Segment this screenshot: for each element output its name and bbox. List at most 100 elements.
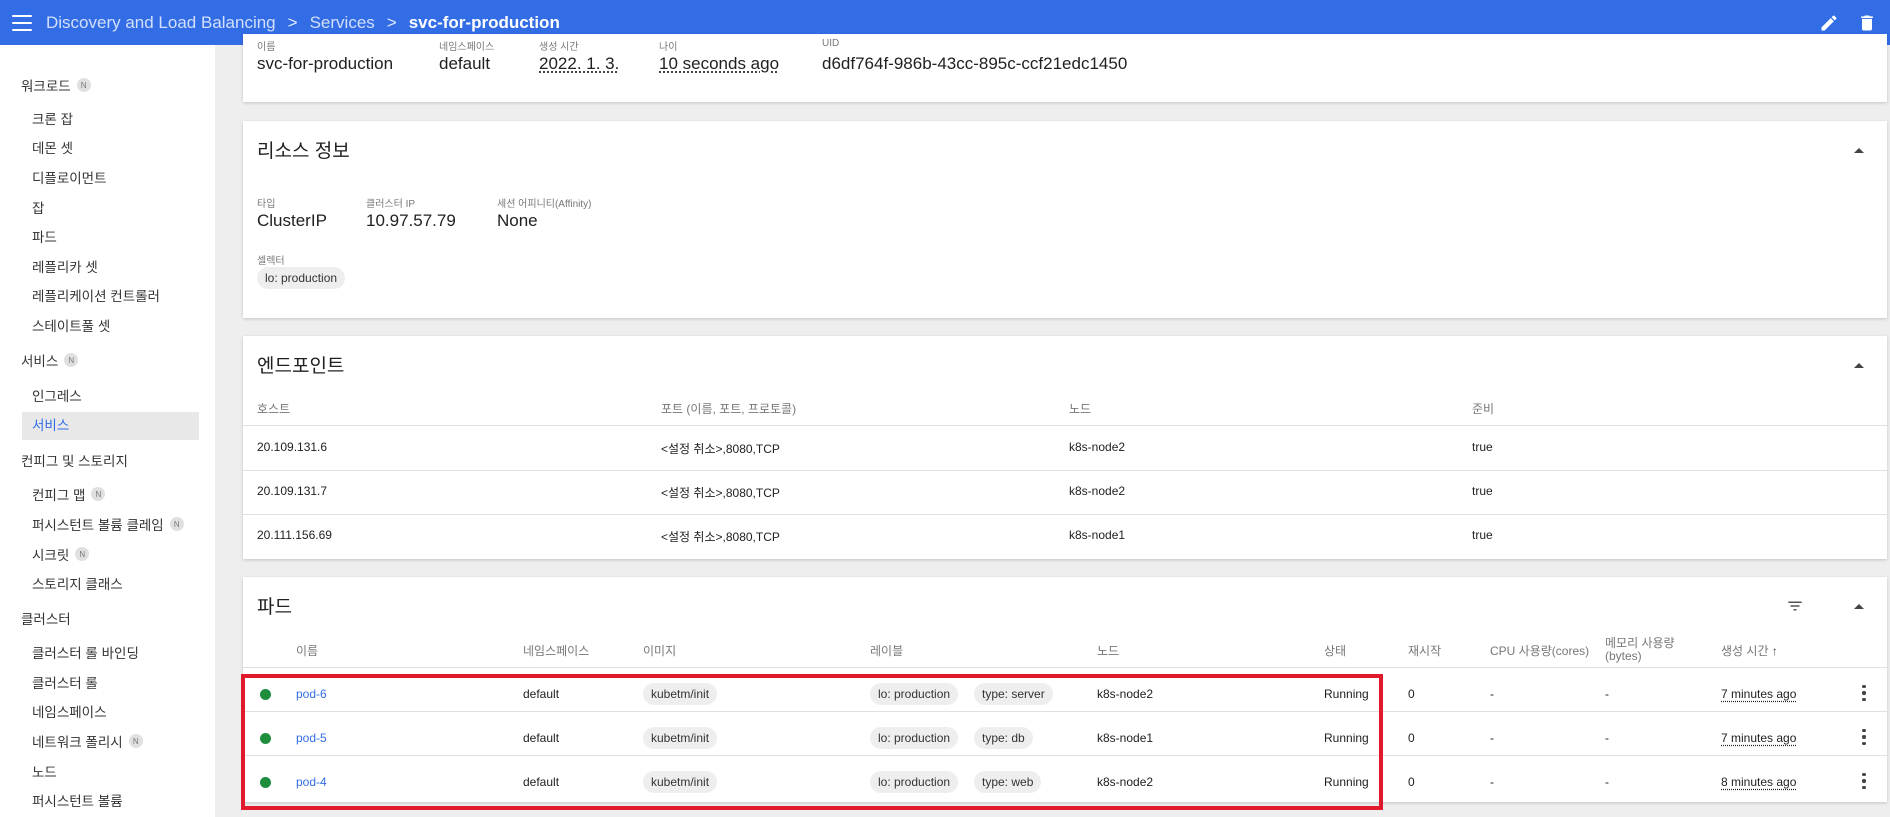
endpoints-title: 엔드포인트 <box>257 356 345 377</box>
breadcrumb-services[interactable]: Services <box>310 13 375 33</box>
service-name-value: svc-for-production <box>257 54 394 73</box>
pod-restarts: 0 <box>1408 687 1415 701</box>
pod-memory: - <box>1605 731 1609 745</box>
pod-name-link[interactable]: pod-4 <box>296 775 327 789</box>
pod-image-chip: kubetm/init <box>643 771 718 793</box>
sidebar-item-label: 컨피그 맵 <box>32 488 86 503</box>
sidebar-item-jobs[interactable]: 잡 <box>32 197 44 217</box>
selector-chip: lo: production <box>257 267 346 289</box>
status-running-icon <box>260 777 271 788</box>
pod-name-link[interactable]: pod-6 <box>296 687 327 701</box>
sidebar-item-label: 파드 <box>32 230 57 245</box>
pod-status: Running <box>1324 687 1369 701</box>
endpoints-header-node: 노드 <box>1069 402 1092 416</box>
affinity-value: None <box>497 211 538 230</box>
pods-header-created[interactable]: 생성 시간 ↑ <box>1721 642 1778 659</box>
endpoint-ready: true <box>1472 528 1493 542</box>
pod-status: Running <box>1324 731 1369 745</box>
pod-memory: - <box>1605 775 1609 789</box>
sidebar-section-workloads[interactable]: 워크로드 N <box>21 75 91 95</box>
new-badge: N <box>76 78 91 92</box>
sidebar-item-storage-classes[interactable]: 스토리지 클래스 <box>32 573 123 593</box>
filter-icon[interactable] <box>1783 594 1807 618</box>
sidebar-item-replication-controllers[interactable]: 레플리케이션 컨트롤러 <box>32 285 160 305</box>
sidebar-item-namespaces[interactable]: 네임스페이스 <box>32 701 107 721</box>
cluster-ip-value: 10.97.57.79 <box>366 211 456 230</box>
more-vert-icon[interactable] <box>1854 725 1874 749</box>
sidebar-item-label: 시크릿 <box>32 548 70 563</box>
row-divider <box>243 425 1887 426</box>
endpoints-header-ready: 준비 <box>1472 402 1495 416</box>
sidebar-item-label: 노드 <box>32 765 57 780</box>
sidebar-item-label: 레플리카 셋 <box>32 260 98 275</box>
collapse-icon[interactable] <box>1847 138 1871 162</box>
cluster-ip-label: 클러스터 IP <box>366 199 416 210</box>
sidebar-item-label: 서비스 <box>32 418 70 433</box>
sidebar-item-persistent-volumes[interactable]: 퍼시스턴트 볼륨 <box>32 790 123 810</box>
edit-icon[interactable] <box>1814 8 1844 38</box>
delete-icon[interactable] <box>1852 8 1882 38</box>
more-vert-icon[interactable] <box>1854 769 1874 793</box>
pod-status: Running <box>1324 775 1369 789</box>
pods-header-labels: 레이블 <box>870 644 904 658</box>
created-label: 생성 시간 <box>539 42 579 53</box>
endpoints-card: 엔드포인트 호스트 포트 (이름, 포트, 프로토콜) 노드 준비 20.109… <box>243 336 1887 559</box>
sidebar-item-secrets[interactable]: 시크릿 N <box>32 544 90 564</box>
sidebar-item-statefulsets[interactable]: 스테이트풀 셋 <box>32 315 110 335</box>
endpoint-host: 20.109.131.6 <box>257 440 328 454</box>
sidebar-section-label: 워크로드 <box>21 79 71 94</box>
sidebar-item-networkpolicies[interactable]: 네트워크 폴리시 N <box>32 731 143 751</box>
endpoint-node: k8s-node2 <box>1069 440 1126 454</box>
row-divider <box>243 711 1887 712</box>
pods-card: 파드 이름 네임스페이스 이미지 레이블 노드 상태 재시작 CPU 사용량(c… <box>243 577 1887 802</box>
row-divider <box>243 755 1887 756</box>
collapse-icon[interactable] <box>1847 594 1871 618</box>
menu-icon[interactable] <box>12 14 32 31</box>
pod-created: 7 minutes ago <box>1721 687 1797 701</box>
sidebar-item-label: 데몬 셋 <box>32 141 74 156</box>
pods-header-namespace[interactable]: 네임스페이스 <box>523 642 589 659</box>
sidebar-section-cluster[interactable]: 클러스터 <box>21 608 71 628</box>
sidebar-item-deployments[interactable]: 디플로이먼트 <box>32 167 107 187</box>
namespace-value: default <box>439 54 491 73</box>
sidebar-item-label: 스테이트풀 셋 <box>32 319 111 334</box>
sidebar-item-pvcs[interactable]: 퍼시스턴트 볼륨 클레임 N <box>32 514 184 534</box>
sidebar-section-label: 컨피그 및 스토리지 <box>21 454 128 469</box>
pods-header-cpu: CPU 사용량(cores) <box>1490 644 1590 658</box>
pod-cpu: - <box>1490 687 1494 701</box>
sidebar-item-cronjobs[interactable]: 크론 잡 <box>32 108 73 128</box>
pod-namespace: default <box>523 687 560 701</box>
breadcrumb-discovery[interactable]: Discovery and Load Balancing <box>46 13 276 33</box>
sort-arrow-icon: ↑ <box>1771 644 1778 658</box>
sidebar-item-replicasets[interactable]: 레플리카 셋 <box>32 256 98 276</box>
sidebar-item-clusterrolebindings[interactable]: 클러스터 롤 바인딩 <box>32 642 139 662</box>
pod-label-chip: lo: production <box>870 771 959 793</box>
pod-name-link[interactable]: pod-5 <box>296 731 327 745</box>
pods-header-node: 노드 <box>1097 644 1120 658</box>
sidebar-item-pods[interactable]: 파드 <box>32 226 57 246</box>
sidebar-item-nodes[interactable]: 노드 <box>32 761 57 781</box>
pod-restarts: 0 <box>1408 775 1415 789</box>
chevron-right-icon: > <box>386 12 397 32</box>
sidebar-section-label: 서비스 <box>21 354 59 369</box>
more-vert-icon[interactable] <box>1854 681 1874 705</box>
sidebar-item-services[interactable]: 서비스 <box>32 414 69 434</box>
sidebar-item-label: 클러스터 롤 <box>32 676 98 691</box>
pod-namespace: default <box>523 775 560 789</box>
sidebar-section-config-storage[interactable]: 컨피그 및 스토리지 <box>21 450 128 470</box>
status-running-icon <box>260 733 271 744</box>
sidebar-item-label: 네트워크 폴리시 <box>32 735 123 750</box>
resource-info-card: 리소스 정보 타입 ClusterIP 클러스터 IP 10.97.57.79 … <box>243 121 1887 318</box>
sidebar-item-ingresses[interactable]: 인그레스 <box>32 385 82 405</box>
collapse-icon[interactable] <box>1847 353 1871 377</box>
pod-label-chip: type: web <box>974 771 1042 793</box>
new-badge: N <box>169 517 184 531</box>
sidebar-item-clusterroles[interactable]: 클러스터 롤 <box>32 672 98 692</box>
pods-header-name[interactable]: 이름 <box>296 642 318 659</box>
row-divider <box>243 470 1887 471</box>
created-value: 2022. 1. 3. <box>539 54 620 73</box>
sidebar-item-configmaps[interactable]: 컨피그 맵 N <box>32 484 106 504</box>
sidebar-item-daemonsets[interactable]: 데몬 셋 <box>32 137 73 157</box>
metadata-card: 이름 네임스페이스 생성 시간 나이 UID svc-for-productio… <box>243 34 1887 102</box>
sidebar-section-services[interactable]: 서비스 N <box>21 350 79 370</box>
